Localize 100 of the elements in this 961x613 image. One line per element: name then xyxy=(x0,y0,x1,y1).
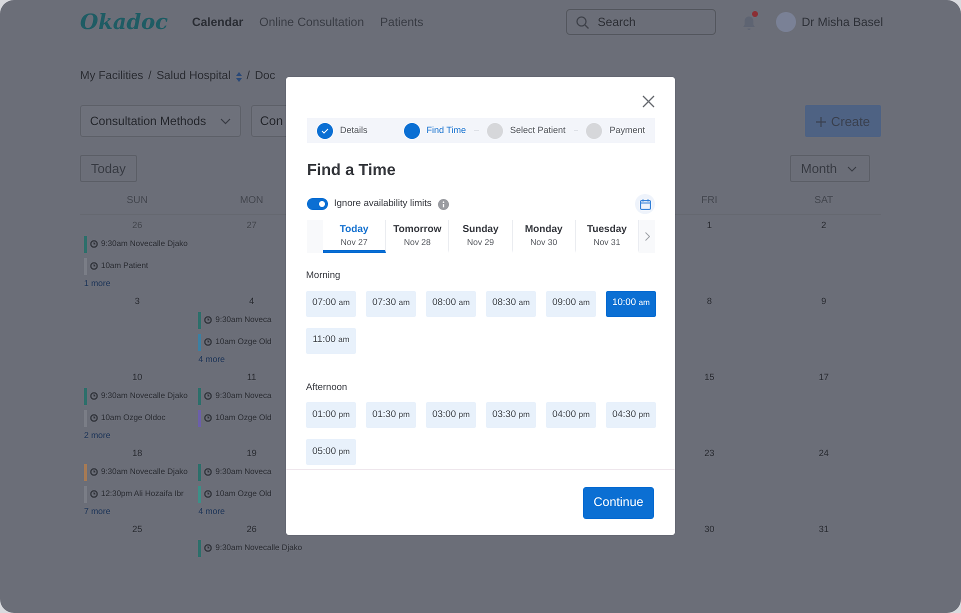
info-icon xyxy=(438,198,449,210)
calendar-event[interactable]: 9:30am Novecalle Djako xyxy=(198,540,305,557)
time-slot[interactable]: 01:30 pm xyxy=(366,402,416,428)
day-number: 2 xyxy=(820,219,828,232)
day-number: 10 xyxy=(131,371,144,384)
continue-button[interactable]: Continue xyxy=(583,486,654,518)
section-title: Afternoon xyxy=(306,380,348,395)
event-text: 9:30am Noveca xyxy=(215,390,272,402)
day-number: 23 xyxy=(703,447,716,460)
clock-icon xyxy=(204,490,212,498)
date-tab[interactable]: Tuesday Nov 31 xyxy=(576,220,640,254)
time-slot[interactable]: 04:30 pm xyxy=(606,402,656,428)
breadcrumb-separator: / xyxy=(148,69,152,84)
more-link[interactable]: 1 more xyxy=(84,276,190,290)
calendar-event[interactable]: 9:30am Novecalle Djako xyxy=(84,464,190,481)
section-title: Morning xyxy=(306,269,342,284)
breadcrumb-separator: / xyxy=(246,69,250,84)
calendar-event[interactable]: 10am Ozge Oldoc xyxy=(84,410,190,427)
time-slot[interactable]: 03:30 pm xyxy=(486,402,536,428)
toggle-switch[interactable] xyxy=(307,198,328,210)
calendar-event[interactable]: 9:30am Novecalle Djako xyxy=(84,388,190,405)
calendar-event[interactable]: 9:30am Novecalle Djako xyxy=(84,236,190,253)
date-tab[interactable]: Today Nov 27 xyxy=(323,220,386,254)
time-slot[interactable]: 03:00 pm xyxy=(426,402,476,428)
event-text: 10am Ozge Old xyxy=(215,412,272,424)
search-icon xyxy=(576,16,589,29)
clock-icon xyxy=(204,338,212,346)
time-slot[interactable]: 04:00 pm xyxy=(546,402,596,428)
step-label: Find Time xyxy=(426,124,466,137)
modal-title: Find a Time xyxy=(307,161,397,180)
time-slot[interactable]: 09:00 am xyxy=(546,290,596,317)
event-text: 10am Patient xyxy=(101,260,148,272)
filter-label: Consultation Methods xyxy=(90,113,206,130)
calendar-event[interactable]: 12:30pm Ali Hozaifa Ibr xyxy=(84,486,190,503)
time-slot[interactable]: 08:00 am xyxy=(426,290,476,317)
event-text: 10am Ozge Oldoc xyxy=(101,412,166,424)
time-slot[interactable]: 10:00 am xyxy=(606,290,656,317)
time-slot[interactable]: 01:00 pm xyxy=(306,402,356,428)
chevron-down-icon xyxy=(220,118,231,125)
clock-icon xyxy=(90,262,98,270)
clock-icon xyxy=(90,468,98,476)
day-number: 15 xyxy=(703,371,716,384)
step-label: Payment xyxy=(609,124,646,137)
event-text: 9:30am Novecalle Djako xyxy=(101,466,188,478)
day-number: 30 xyxy=(703,523,716,536)
event-text: 9:30am Novecalle Djako xyxy=(101,238,188,250)
calendar-event[interactable]: 10am Patient xyxy=(84,258,190,275)
date-tab[interactable]: Sunday Nov 29 xyxy=(449,220,513,254)
day-number: 26 xyxy=(246,523,258,536)
chevron-down-icon xyxy=(847,166,857,172)
event-text: 10am Ozge Old xyxy=(215,488,272,500)
event-text: 9:30am Noveca xyxy=(215,466,272,478)
event-text: 10am Ozge Old xyxy=(215,336,272,348)
time-slot[interactable]: 07:00 am xyxy=(306,290,356,317)
day-number: 19 xyxy=(246,447,258,460)
more-link[interactable]: 2 more xyxy=(84,428,190,442)
clock-icon xyxy=(90,414,98,422)
day-number: 31 xyxy=(818,523,830,536)
time-slot[interactable]: 11:00 am xyxy=(306,328,356,354)
event-text: 12:30pm Ali Hozaifa Ibr xyxy=(101,488,184,500)
filter-select[interactable]: Consultation Methods xyxy=(80,105,241,138)
clock-icon xyxy=(204,316,212,324)
breadcrumb-link[interactable]: My Facilities xyxy=(80,68,144,86)
day-number: 4 xyxy=(248,295,256,308)
time-slot[interactable]: 07:30 am xyxy=(366,290,416,317)
clock-icon xyxy=(204,392,212,400)
chevron-right-icon xyxy=(644,232,650,242)
date-tab[interactable]: Monday Nov 30 xyxy=(512,220,576,254)
search-field[interactable]: Search xyxy=(566,9,716,35)
day-number: 11 xyxy=(246,371,258,384)
more-link[interactable]: 7 more xyxy=(84,504,190,518)
date-tab[interactable]: Tomorrow Nov 28 xyxy=(386,220,450,254)
plus-icon xyxy=(816,117,826,128)
clock-icon xyxy=(204,544,212,552)
logo[interactable]: Okadoc xyxy=(80,6,168,38)
clock-icon xyxy=(90,490,98,498)
day-number: 18 xyxy=(131,447,144,460)
toggle-label: Ignore availability limits xyxy=(334,197,432,212)
time-slot[interactable]: 05:00 pm xyxy=(306,438,356,465)
event-text: 9:30am Novecalle Djako xyxy=(101,390,188,402)
bell-icon xyxy=(742,14,756,31)
clock-icon xyxy=(90,240,98,248)
breadcrumb-link[interactable]: Doc xyxy=(254,68,276,86)
day-number: 25 xyxy=(131,523,144,536)
step-label: Details xyxy=(340,124,368,137)
nav-link[interactable]: Calendar xyxy=(192,13,244,31)
user-name[interactable]: Dr Misha Basel xyxy=(802,13,883,31)
clock-icon xyxy=(90,392,98,400)
close-button[interactable] xyxy=(642,95,655,108)
calendar-button[interactable] xyxy=(635,194,655,214)
clock-icon xyxy=(204,468,212,476)
day-number: 17 xyxy=(818,371,830,384)
filter-label: Con xyxy=(260,112,283,130)
day-number: 1 xyxy=(706,219,713,232)
time-slot[interactable]: 08:30 am xyxy=(486,290,536,317)
event-text: 9:30am Novecalle Djako xyxy=(215,542,302,554)
event-text: 9:30am Noveca xyxy=(215,314,272,326)
day-number: 9 xyxy=(820,295,828,308)
day-number: 3 xyxy=(134,295,141,308)
breadcrumb-link[interactable]: Salud Hospital xyxy=(156,68,231,86)
